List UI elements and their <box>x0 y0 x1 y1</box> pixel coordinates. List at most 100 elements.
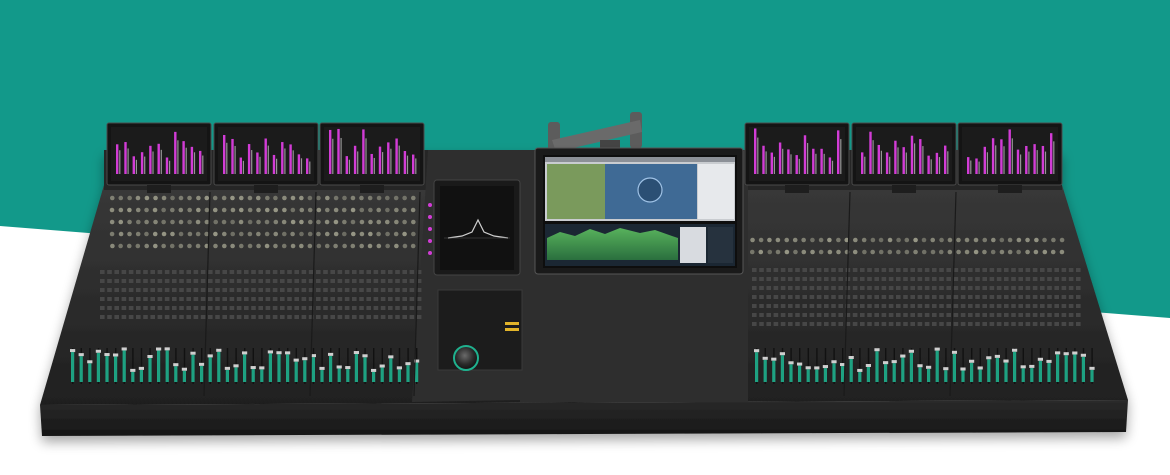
console-button <box>208 270 213 274</box>
console-button <box>982 277 987 281</box>
level-meter-bar <box>329 129 332 174</box>
channel-fader <box>268 353 272 382</box>
rotary-knob <box>256 231 261 237</box>
console-button <box>881 304 887 308</box>
console-button <box>330 288 335 292</box>
level-meter-bar <box>337 128 340 174</box>
rotary-knob <box>247 243 253 249</box>
channel-fader <box>251 369 255 382</box>
rotary-knob <box>359 195 364 201</box>
rotary-knob <box>818 249 824 255</box>
channel-fader <box>122 350 126 382</box>
console-button <box>366 270 371 274</box>
rotary-knob <box>109 219 115 225</box>
console-button <box>1032 313 1038 317</box>
console-button <box>186 270 191 274</box>
console-button <box>402 315 407 319</box>
rotary-knob <box>359 243 364 249</box>
console-button <box>788 277 793 281</box>
console-button <box>1011 304 1016 308</box>
console-button <box>759 313 764 317</box>
rotary-knob <box>939 237 944 243</box>
console-button <box>172 315 177 319</box>
fader-cap <box>779 352 785 356</box>
rotary-knob <box>135 207 141 213</box>
console-button <box>838 277 843 281</box>
console-button <box>1040 304 1045 308</box>
console-button <box>337 288 343 292</box>
console-button <box>200 279 206 283</box>
console-button <box>975 313 980 317</box>
console-button <box>1025 304 1031 308</box>
console-button <box>164 288 170 292</box>
fader-cap <box>1012 348 1018 352</box>
rotary-knob <box>187 219 192 225</box>
console-button <box>766 322 771 326</box>
level-meter-peak <box>398 145 400 174</box>
console-button <box>881 295 887 299</box>
console-button <box>824 286 829 290</box>
console-button <box>114 315 119 319</box>
console-button <box>164 297 170 301</box>
rotary-knob <box>221 231 227 237</box>
console-button <box>316 306 321 310</box>
fader-cap <box>960 367 966 371</box>
rotary-knob <box>359 219 365 225</box>
console-button <box>896 313 901 317</box>
rotary-knob <box>1025 249 1030 255</box>
console-button <box>759 295 764 299</box>
console-button <box>402 297 407 301</box>
console-button <box>107 279 112 283</box>
rotary-knob <box>333 231 339 237</box>
console-button <box>860 322 865 326</box>
rotary-knob <box>870 249 875 255</box>
console-button <box>323 270 328 274</box>
rotary-knob <box>359 207 365 213</box>
fader-cap <box>78 353 84 357</box>
fader-cap <box>814 366 820 370</box>
console-button <box>287 315 292 319</box>
level-meter-peak <box>1044 151 1047 174</box>
console-button <box>150 279 155 283</box>
rotary-knob <box>178 219 184 225</box>
console-button <box>395 270 400 274</box>
rotary-knob <box>110 243 115 249</box>
console-button <box>272 288 278 292</box>
console-button <box>932 268 937 272</box>
meter-screen-stand <box>785 185 809 193</box>
rotary-knob <box>999 237 1005 243</box>
rotary-knob <box>342 231 347 237</box>
console-button <box>244 297 249 301</box>
channel-fader <box>815 369 819 382</box>
console-button <box>982 304 987 308</box>
rotary-knob <box>195 231 201 237</box>
rotary-knob <box>135 243 141 249</box>
rotary-knob <box>999 249 1005 255</box>
console-button <box>809 313 815 317</box>
rotary-knob <box>1025 237 1030 243</box>
rotary-knob <box>238 207 244 213</box>
console-button <box>896 295 901 299</box>
rotary-knob <box>1016 249 1021 255</box>
rotary-knob <box>964 249 970 255</box>
console-button <box>982 322 987 326</box>
channel-fader <box>277 354 281 382</box>
fader-cap <box>276 351 282 355</box>
fader-cap <box>943 367 949 371</box>
level-meter-peak <box>831 160 834 174</box>
fader-cap <box>207 354 213 358</box>
level-meter-bar <box>967 157 970 174</box>
rotary-knob <box>342 195 347 201</box>
level-meter-peak <box>823 153 825 174</box>
console-button <box>773 304 779 308</box>
console-button <box>816 322 822 326</box>
console-button <box>265 270 271 274</box>
console-button <box>824 313 829 317</box>
rotary-knob <box>170 231 175 237</box>
console-button <box>1011 277 1016 281</box>
console-button <box>1076 286 1081 290</box>
console-button <box>128 270 134 274</box>
console-button <box>251 297 256 301</box>
console-button <box>179 270 184 274</box>
channel-fader <box>909 352 913 382</box>
